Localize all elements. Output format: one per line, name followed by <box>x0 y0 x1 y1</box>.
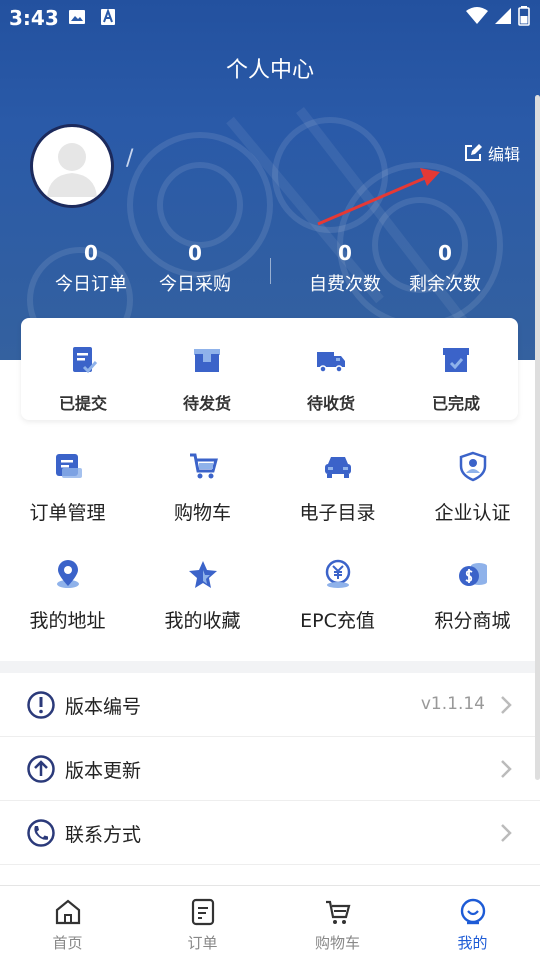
cart-icon <box>325 900 350 924</box>
grid-item-label: 企业认证 <box>434 502 511 524</box>
grid-item-label: 我的收藏 <box>164 610 241 632</box>
row-label: 版本编号 <box>65 696 142 718</box>
profile-icon <box>460 898 485 925</box>
stat-label: 今日订单 <box>55 274 127 295</box>
stats-row: 0 今日订单 0 今日采购 0 自费次数 0 剩余次数 <box>0 240 540 300</box>
coins-icon <box>458 563 487 586</box>
star-icon <box>188 561 217 588</box>
grid-item-label: 电子目录 <box>299 502 376 524</box>
nav-cart[interactable]: 购物车 <box>270 898 405 953</box>
info-icon <box>27 691 55 719</box>
cart-icon <box>189 453 218 479</box>
row-label: 联系方式 <box>65 824 142 846</box>
chevron-right-icon <box>501 696 512 714</box>
car-catalog-icon <box>324 457 351 478</box>
nav-label: 购物车 <box>314 934 360 952</box>
grid-item-label: 积分商城 <box>434 610 511 632</box>
order-status-label: 已提交 <box>58 394 107 413</box>
stat-value: 0 <box>338 241 352 265</box>
nav-profile[interactable]: 我的 <box>405 898 540 953</box>
submitted-icon <box>73 347 98 374</box>
grid-item-order-management[interactable]: 订单管理 <box>0 450 135 525</box>
stat-value: 0 <box>188 241 202 265</box>
grid-item-catalog[interactable]: 电子目录 <box>270 450 405 525</box>
order-status-to-receive[interactable]: 待收货 <box>269 344 393 414</box>
order-status-completed[interactable]: 已完成 <box>394 344 518 414</box>
section-separator <box>0 661 540 673</box>
chevron-right-icon <box>501 760 512 778</box>
order-status-label: 待发货 <box>182 394 231 413</box>
scrollbar[interactable] <box>535 95 540 780</box>
nav-home[interactable]: 首页 <box>0 898 135 953</box>
grid-item-label: 购物车 <box>173 502 231 524</box>
nav-label: 首页 <box>52 934 83 952</box>
grid-item-points-mall[interactable]: 积分商城 <box>405 558 540 633</box>
recharge-icon <box>325 559 350 588</box>
home-icon <box>55 899 80 925</box>
version-value: v1.1.14 <box>420 694 485 714</box>
stat-paid-count[interactable]: 0 自费次数 <box>290 240 400 296</box>
profile-header: 3:43 个人中心 / 编辑 0 今日订单 0 今日采购 0 自费次数 0 剩余… <box>0 0 540 360</box>
stat-value: 0 <box>84 241 98 265</box>
order-status-label: 待收货 <box>306 394 355 413</box>
nav-label: 我的 <box>457 934 488 952</box>
chevron-right-icon <box>501 824 512 842</box>
stat-label: 剩余次数 <box>409 274 481 295</box>
bottom-navigation: 首页 订单 购物车 我的 <box>0 885 540 960</box>
stat-today-orders[interactable]: 0 今日订单 <box>36 240 146 296</box>
stat-label: 自费次数 <box>309 274 381 295</box>
completed-icon <box>443 348 469 372</box>
annotation-arrow <box>317 168 440 226</box>
stat-today-purchases[interactable]: 0 今日采购 <box>140 240 250 296</box>
certification-icon <box>459 451 486 482</box>
stat-remaining-count[interactable]: 0 剩余次数 <box>390 240 500 296</box>
row-label: 版本更新 <box>65 760 142 782</box>
grid-item-label: 我的地址 <box>29 610 106 632</box>
phone-icon <box>27 819 55 847</box>
nav-label: 订单 <box>187 934 218 952</box>
stat-value: 0 <box>438 241 452 265</box>
row-contact[interactable]: 联系方式 <box>0 801 540 865</box>
row-version-number[interactable]: 版本编号 v1.1.14 <box>0 673 540 737</box>
order-status-to-ship[interactable]: 待发货 <box>145 344 269 414</box>
to-receive-icon <box>317 352 345 373</box>
to-ship-icon <box>194 349 220 372</box>
row-version-update[interactable]: 版本更新 <box>0 737 540 801</box>
grid-item-label: 订单管理 <box>29 502 106 524</box>
order-management-icon <box>55 454 82 478</box>
upload-icon <box>27 755 55 783</box>
grid-item-favorites[interactable]: 我的收藏 <box>135 558 270 633</box>
nav-orders[interactable]: 订单 <box>135 898 270 953</box>
order-status-card: 已提交 待发货 待收货 已完成 <box>21 318 518 420</box>
grid-item-cart[interactable]: 购物车 <box>135 450 270 525</box>
grid-item-label: EPC充值 <box>300 610 375 632</box>
app-root: 3:43 个人中心 / 编辑 0 今日订单 0 今日采购 0 自费次数 0 剩余… <box>0 0 540 960</box>
grid-item-certification[interactable]: 企业认证 <box>405 450 540 525</box>
order-status-submitted[interactable]: 已提交 <box>21 344 145 414</box>
grid-item-epc-recharge[interactable]: EPC充值 <box>270 558 405 633</box>
stats-divider <box>270 258 271 284</box>
order-status-label: 已完成 <box>431 394 480 413</box>
order-icon <box>191 898 214 926</box>
stat-label: 今日采购 <box>159 274 231 295</box>
grid-item-address[interactable]: 我的地址 <box>0 558 135 633</box>
location-icon <box>56 560 79 588</box>
